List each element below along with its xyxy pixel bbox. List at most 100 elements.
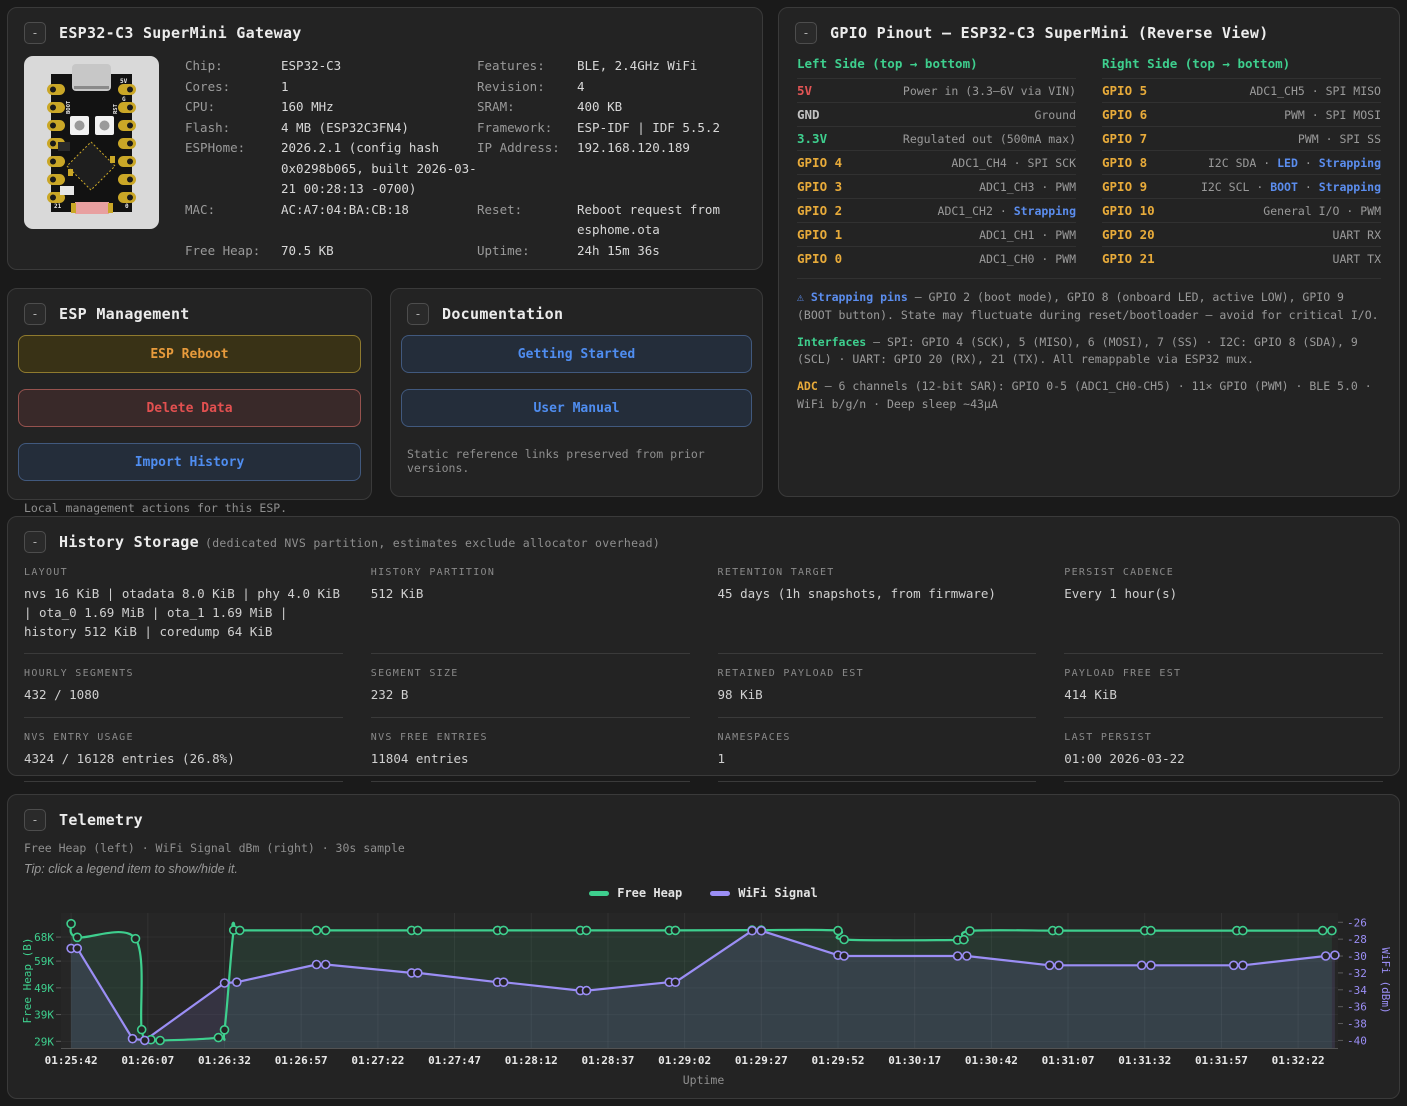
documentation-card-header: - Documentation [391, 289, 762, 335]
pin-name: GPIO 0 [797, 251, 842, 266]
svg-text:01:26:32: 01:26:32 [198, 1054, 251, 1067]
svg-text:BOOT: BOOT [66, 100, 72, 114]
pin-name: GPIO 8 [1102, 155, 1147, 170]
history-storage-card: - History Storage(dedicated NVS partitio… [7, 516, 1400, 776]
board-image: 5V G BOOT RST 21 0 [24, 56, 159, 229]
svg-text:-40: -40 [1347, 1034, 1367, 1047]
svg-text:59K: 59K [34, 955, 54, 968]
device-info-label: Framework: [477, 118, 577, 139]
svg-text:01:30:42: 01:30:42 [965, 1054, 1018, 1067]
stat-value: 432 / 1080 [24, 686, 343, 705]
device-info-value: ESP-IDF | IDF 5.5.2 [577, 118, 746, 139]
device-info-label: IP Address: [477, 138, 577, 200]
pinout-note: Interfaces — SPI: GPIO 4 (SCK), 5 (MISO)… [797, 334, 1381, 370]
device-info-label: Cores: [185, 77, 281, 98]
pin-description: ADC1_CH1 · PWM [979, 228, 1076, 242]
stat-label: NVS ENTRY USAGE [24, 732, 343, 743]
device-collapse-button[interactable]: - [24, 22, 46, 44]
history-stat: NAMESPACES1 [718, 732, 1037, 782]
stat-value: 4324 / 16128 entries (26.8%) [24, 750, 343, 769]
stat-label: LAST PERSIST [1064, 732, 1383, 743]
pin-name: 5V [797, 83, 812, 98]
svg-text:29K: 29K [34, 1035, 54, 1048]
device-info-label: Uptime: [477, 241, 577, 262]
device-info-label: MAC: [185, 200, 281, 241]
pinout-row: GPIO 20UART RX [1102, 222, 1381, 246]
svg-text:-28: -28 [1347, 933, 1367, 946]
pinout-row: GPIO 21UART TX [1102, 246, 1381, 270]
svg-text:01:31:32: 01:31:32 [1118, 1054, 1171, 1067]
pin-name: GPIO 9 [1102, 179, 1147, 194]
device-info-label: CPU: [185, 97, 281, 118]
pin-name: GPIO 10 [1102, 203, 1155, 218]
svg-text:01:25:42: 01:25:42 [45, 1054, 98, 1067]
history-collapse-button[interactable]: - [24, 531, 46, 553]
telemetry-card-header: - Telemetry [8, 795, 1399, 841]
device-info-label: Flash: [185, 118, 281, 139]
svg-text:WiFi (dBm): WiFi (dBm) [1379, 947, 1392, 1013]
history-card-subtitle: (dedicated NVS partition, estimates excl… [205, 536, 660, 550]
pinout-row: GPIO 3ADC1_CH3 · PWM [797, 174, 1076, 198]
stat-value: 98 KiB [718, 686, 1037, 705]
pin-name: GPIO 7 [1102, 131, 1147, 146]
management-collapse-button[interactable]: - [24, 303, 46, 325]
pinout-card-title: GPIO Pinout — ESP32-C3 SuperMini (Revers… [830, 24, 1269, 42]
pinout-collapse-button[interactable]: - [795, 22, 817, 44]
svg-text:-34: -34 [1347, 984, 1367, 997]
pinout-right-column: Right Side (top → bottom) GPIO 5ADC1_CH5… [1102, 54, 1381, 270]
svg-text:68K: 68K [34, 931, 54, 944]
pin-name: GPIO 5 [1102, 83, 1147, 98]
telemetry-collapse-button[interactable]: - [24, 809, 46, 831]
pin-name: GPIO 6 [1102, 107, 1147, 122]
svg-text:G: G [122, 96, 126, 103]
stat-value: 01:00 2026-03-22 [1064, 750, 1383, 769]
history-stat: LAST PERSIST 01:00 2026-03-22 [1064, 732, 1383, 782]
legend-item-wifi-signal[interactable]: WiFi Signal [710, 886, 817, 900]
svg-text:-26: -26 [1347, 916, 1367, 929]
stat-label: PAYLOAD FREE EST [1064, 668, 1383, 679]
history-stat: RETAINED PAYLOAD EST98 KiB [718, 668, 1037, 718]
import-history-button[interactable]: Import History [18, 443, 361, 481]
device-info-value: ESP32-C3 [281, 56, 477, 77]
pinout-row: GPIO 4ADC1_CH4 · SPI SCK [797, 150, 1076, 174]
pinout-row: 3.3VRegulated out (500mA max) [797, 126, 1076, 150]
pinout-row: GNDGround [797, 102, 1076, 126]
delete-data-button[interactable]: Delete Data [18, 389, 361, 427]
getting-started-button[interactable]: Getting Started [401, 335, 752, 373]
device-card-header: - ESP32-C3 SuperMini Gateway [8, 8, 762, 54]
pin-description: I2C SDA · LED · Strapping [1208, 156, 1381, 170]
svg-text:01:27:47: 01:27:47 [428, 1054, 481, 1067]
pin-description: ADC1_CH4 · SPI SCK [951, 156, 1076, 170]
history-stat: SEGMENT SIZE232 B [371, 668, 690, 718]
device-info-value: 192.168.120.189 [577, 138, 746, 200]
pinout-note: ⚠ Strapping pins — GPIO 2 (boot mode), G… [797, 289, 1381, 325]
legend-swatch [589, 891, 609, 896]
legend-swatch [710, 891, 730, 896]
svg-text:Free Heap (B): Free Heap (B) [22, 937, 34, 1023]
pinout-card-header: - GPIO Pinout — ESP32-C3 SuperMini (Reve… [779, 8, 1399, 54]
svg-text:49K: 49K [34, 982, 54, 995]
svg-text:-30: -30 [1347, 950, 1367, 963]
documentation-card: - Documentation Getting Started User Man… [390, 288, 763, 497]
esp-reboot-button[interactable]: ESP Reboot [18, 335, 361, 373]
device-info-label: ESPHome: [185, 138, 281, 200]
legend-item-free-heap[interactable]: Free Heap [589, 886, 682, 900]
pin-description: PWM · SPI MOSI [1284, 108, 1381, 122]
management-card-title: ESP Management [59, 305, 190, 323]
device-info-value: 400 KB [577, 97, 746, 118]
user-manual-button[interactable]: User Manual [401, 389, 752, 427]
stat-value: nvs 16 KiB | otadata 8.0 KiB | phy 4.0 K… [24, 585, 343, 641]
pinout-notes: ⚠ Strapping pins — GPIO 2 (boot mode), G… [797, 278, 1381, 414]
device-info-value: 70.5 KB [281, 241, 477, 262]
stat-label: HOURLY SEGMENTS [24, 668, 343, 679]
pinout-row: GPIO 2ADC1_CH2 · Strapping [797, 198, 1076, 222]
stat-value: 414 KiB [1064, 686, 1383, 705]
pinout-card: - GPIO Pinout — ESP32-C3 SuperMini (Reve… [778, 7, 1400, 497]
stat-label: SEGMENT SIZE [371, 668, 690, 679]
documentation-collapse-button[interactable]: - [407, 303, 429, 325]
device-info-value: 4 [577, 77, 746, 98]
stat-label: LAYOUT [24, 567, 343, 578]
device-card: - ESP32-C3 SuperMini Gateway [7, 7, 763, 270]
pin-description: I2C SCL · BOOT · Strapping [1201, 180, 1381, 194]
pinout-left-header: Left Side (top → bottom) [797, 54, 1076, 78]
